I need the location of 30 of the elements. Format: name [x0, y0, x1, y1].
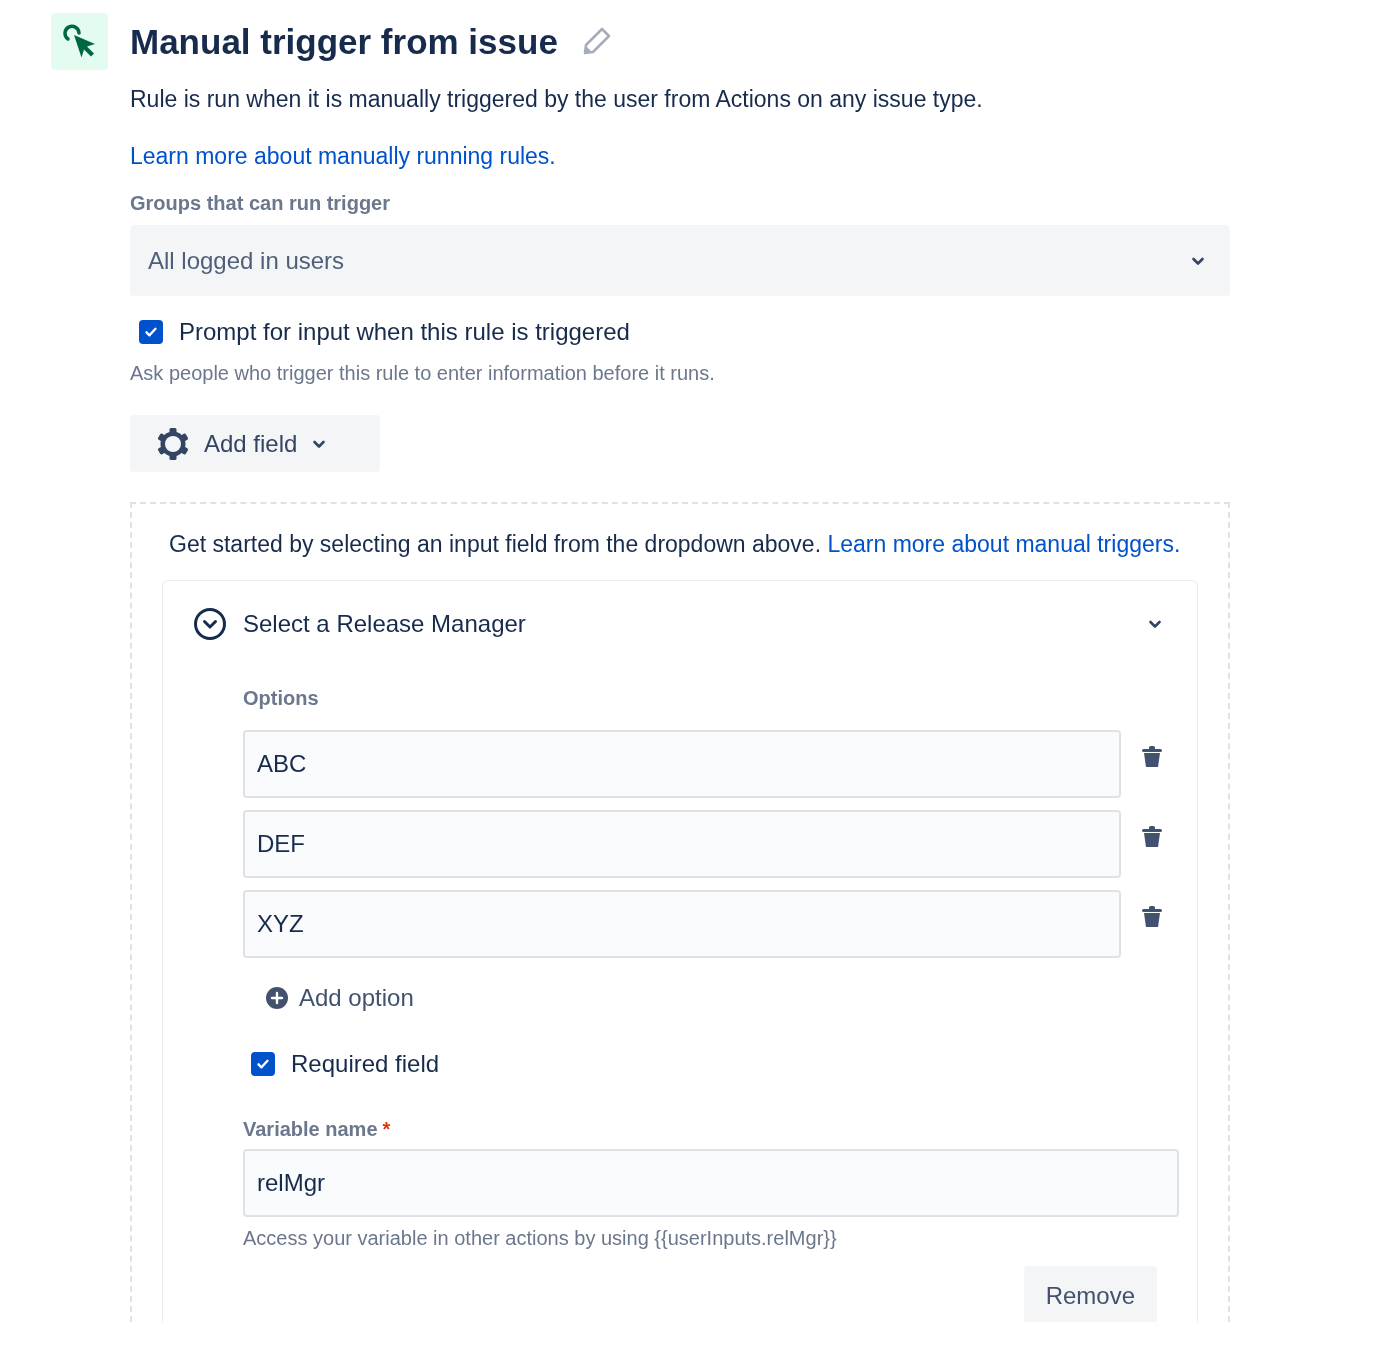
trash-icon[interactable]	[1141, 905, 1163, 929]
checkbox[interactable]	[139, 320, 163, 344]
trigger-logo-icon	[51, 13, 108, 70]
checkbox[interactable]	[251, 1052, 275, 1076]
description: Rule is run when it is manually triggered by the user from Actions on any issue type.	[130, 86, 984, 113]
gear-icon	[156, 426, 190, 461]
groups-select[interactable]: All logged in users	[130, 225, 1230, 296]
learn-more-link[interactable]: Learn more about manual triggers.	[827, 531, 1181, 557]
variable-name-label: Variable name *	[243, 1118, 392, 1141]
plus-circle-icon	[265, 986, 289, 1010]
options-label: Options	[243, 687, 320, 710]
prompt-hint: Ask people who trigger this rule to enter information before it runs.	[130, 362, 716, 385]
checkbox-label: Prompt for input when this rule is triggered	[179, 318, 630, 346]
variable-hint: Access your variable in other actions by using {{userInputs.relMgr}}	[243, 1227, 838, 1250]
chevron-circle-icon	[193, 607, 227, 641]
remove-button[interactable]: Remove	[1023, 1266, 1157, 1322]
option-input[interactable]: XYZ	[243, 890, 1121, 958]
trash-icon[interactable]	[1141, 745, 1163, 769]
add-option-button[interactable]: Add option	[265, 984, 414, 1012]
trash-icon[interactable]	[1141, 825, 1163, 849]
checkbox-label: Required field	[291, 1050, 440, 1078]
groups-label: Groups that can run trigger	[130, 192, 392, 215]
variable-name-input[interactable]: relMgr	[243, 1149, 1179, 1217]
add-field-button[interactable]: Add field	[130, 415, 380, 472]
field-title: Select a Release Manager	[243, 610, 527, 638]
option-input[interactable]: ABC	[243, 730, 1121, 798]
page-title: Manual trigger from issue	[130, 21, 558, 62]
intro-text: Get started by selecting an input field from the dropdown above. Learn more about manual triggers.	[169, 530, 1182, 559]
option-input[interactable]: DEF	[243, 810, 1121, 878]
learn-more-link[interactable]: Learn more about manually running rules.	[130, 143, 556, 170]
